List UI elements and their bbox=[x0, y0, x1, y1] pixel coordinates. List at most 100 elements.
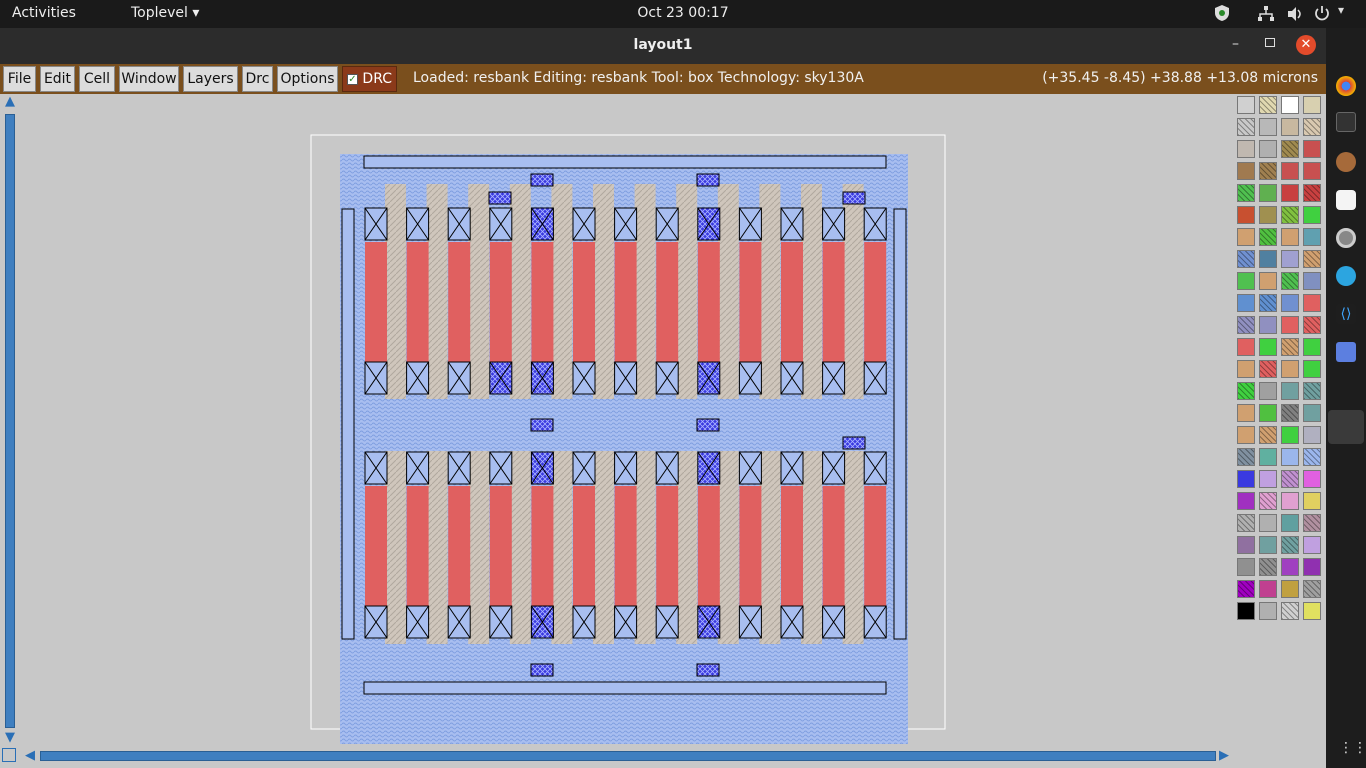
layout-canvas[interactable] bbox=[0, 94, 1236, 744]
app-menu[interactable]: Toplevel ▾ bbox=[131, 5, 199, 21]
layer-swatch[interactable] bbox=[1259, 294, 1277, 312]
layer-swatch[interactable] bbox=[1281, 360, 1299, 378]
layer-swatch[interactable] bbox=[1237, 206, 1255, 224]
window-app-icon[interactable] bbox=[1336, 342, 1356, 362]
layer-swatch[interactable] bbox=[1281, 338, 1299, 356]
layer-swatch[interactable] bbox=[1303, 228, 1321, 246]
layer-swatch[interactable] bbox=[1259, 360, 1277, 378]
layer-swatch[interactable] bbox=[1259, 426, 1277, 444]
layer-swatch[interactable] bbox=[1259, 338, 1277, 356]
layer-swatch[interactable] bbox=[1259, 140, 1277, 158]
layer-swatch[interactable] bbox=[1237, 162, 1255, 180]
layer-swatch[interactable] bbox=[1303, 492, 1321, 510]
layer-swatch[interactable] bbox=[1303, 536, 1321, 554]
layer-swatch[interactable] bbox=[1281, 162, 1299, 180]
layer-swatch[interactable] bbox=[1303, 294, 1321, 312]
layer-swatch[interactable] bbox=[1259, 470, 1277, 488]
layer-swatch[interactable] bbox=[1237, 580, 1255, 598]
maximize-icon[interactable] bbox=[1265, 38, 1275, 47]
layer-swatch[interactable] bbox=[1303, 184, 1321, 202]
app-grid-icon[interactable]: ⋮⋮ bbox=[1339, 740, 1366, 756]
layer-swatch[interactable] bbox=[1303, 382, 1321, 400]
layer-swatch[interactable] bbox=[1259, 404, 1277, 422]
layer-swatch[interactable] bbox=[1237, 492, 1255, 510]
layer-swatch[interactable] bbox=[1303, 470, 1321, 488]
drc-toggle[interactable]: ✓ DRC bbox=[342, 66, 397, 92]
horizontal-scrollbar[interactable]: ◀ ▶ bbox=[20, 748, 1234, 764]
layer-swatch[interactable] bbox=[1303, 514, 1321, 532]
disk-icon[interactable] bbox=[1336, 228, 1356, 248]
power-icon[interactable] bbox=[1314, 5, 1330, 25]
layer-swatch[interactable] bbox=[1303, 250, 1321, 268]
layer-swatch[interactable] bbox=[1259, 118, 1277, 136]
layer-swatch[interactable] bbox=[1303, 448, 1321, 466]
menu-layers[interactable]: Layers bbox=[183, 66, 238, 92]
layer-swatch[interactable] bbox=[1259, 96, 1277, 114]
layout-drawing[interactable] bbox=[310, 134, 946, 744]
layer-swatch[interactable] bbox=[1237, 536, 1255, 554]
layer-swatch[interactable] bbox=[1259, 228, 1277, 246]
layer-swatch[interactable] bbox=[1303, 404, 1321, 422]
layer-swatch[interactable] bbox=[1281, 536, 1299, 554]
active-app[interactable] bbox=[1328, 410, 1364, 444]
layer-swatch[interactable] bbox=[1281, 448, 1299, 466]
layer-swatch[interactable] bbox=[1237, 382, 1255, 400]
horizontal-scroll-thumb[interactable] bbox=[40, 751, 1216, 761]
network-icon[interactable] bbox=[1258, 6, 1274, 26]
layer-swatch[interactable] bbox=[1281, 118, 1299, 136]
layer-swatch[interactable] bbox=[1303, 272, 1321, 290]
layer-swatch[interactable] bbox=[1281, 96, 1299, 114]
layer-swatch[interactable] bbox=[1237, 470, 1255, 488]
layer-swatch[interactable] bbox=[1303, 426, 1321, 444]
layer-swatch[interactable] bbox=[1259, 602, 1277, 620]
layer-swatch[interactable] bbox=[1259, 448, 1277, 466]
layer-swatch[interactable] bbox=[1237, 140, 1255, 158]
layer-swatch[interactable] bbox=[1281, 250, 1299, 268]
layer-swatch[interactable] bbox=[1281, 602, 1299, 620]
layer-swatch[interactable] bbox=[1237, 426, 1255, 444]
shield-icon[interactable] bbox=[1214, 4, 1230, 26]
layer-swatch[interactable] bbox=[1259, 382, 1277, 400]
telegram-icon[interactable] bbox=[1336, 266, 1356, 286]
menu-window[interactable]: Window bbox=[119, 66, 179, 92]
layer-swatch[interactable] bbox=[1281, 426, 1299, 444]
scroll-right-icon[interactable]: ▶ bbox=[1216, 748, 1232, 764]
layer-swatch[interactable] bbox=[1303, 360, 1321, 378]
layer-swatch[interactable] bbox=[1281, 492, 1299, 510]
layer-swatch[interactable] bbox=[1259, 536, 1277, 554]
layer-swatch[interactable] bbox=[1237, 118, 1255, 136]
layer-swatch[interactable] bbox=[1259, 514, 1277, 532]
layer-swatch[interactable] bbox=[1259, 162, 1277, 180]
layer-swatch[interactable] bbox=[1281, 470, 1299, 488]
layer-palette[interactable] bbox=[1236, 94, 1326, 624]
close-icon[interactable]: ✕ bbox=[1296, 35, 1316, 55]
vscode-icon[interactable]: ⟨⟩ bbox=[1336, 304, 1356, 324]
layer-swatch[interactable] bbox=[1237, 602, 1255, 620]
layer-swatch[interactable] bbox=[1303, 140, 1321, 158]
menu-file[interactable]: File bbox=[3, 66, 36, 92]
layer-swatch[interactable] bbox=[1281, 382, 1299, 400]
chevron-down-icon[interactable]: ▾ bbox=[1338, 3, 1344, 17]
menu-cell[interactable]: Cell bbox=[79, 66, 115, 92]
layer-swatch[interactable] bbox=[1303, 206, 1321, 224]
layer-swatch[interactable] bbox=[1237, 250, 1255, 268]
layer-swatch[interactable] bbox=[1281, 404, 1299, 422]
layer-swatch[interactable] bbox=[1281, 184, 1299, 202]
layer-swatch[interactable] bbox=[1281, 294, 1299, 312]
editor-icon[interactable] bbox=[1336, 190, 1356, 210]
layer-swatch[interactable] bbox=[1281, 228, 1299, 246]
layer-swatch[interactable] bbox=[1259, 184, 1277, 202]
layer-swatch[interactable] bbox=[1259, 558, 1277, 576]
layer-swatch[interactable] bbox=[1237, 228, 1255, 246]
minimize-icon[interactable]: – bbox=[1232, 36, 1239, 52]
layer-swatch[interactable] bbox=[1281, 514, 1299, 532]
layer-swatch[interactable] bbox=[1303, 602, 1321, 620]
menu-options[interactable]: Options bbox=[277, 66, 338, 92]
layer-swatch[interactable] bbox=[1303, 338, 1321, 356]
layer-swatch[interactable] bbox=[1237, 360, 1255, 378]
layer-swatch[interactable] bbox=[1303, 118, 1321, 136]
layer-swatch[interactable] bbox=[1259, 206, 1277, 224]
layer-swatch[interactable] bbox=[1237, 448, 1255, 466]
layer-swatch[interactable] bbox=[1259, 492, 1277, 510]
layer-swatch[interactable] bbox=[1237, 514, 1255, 532]
